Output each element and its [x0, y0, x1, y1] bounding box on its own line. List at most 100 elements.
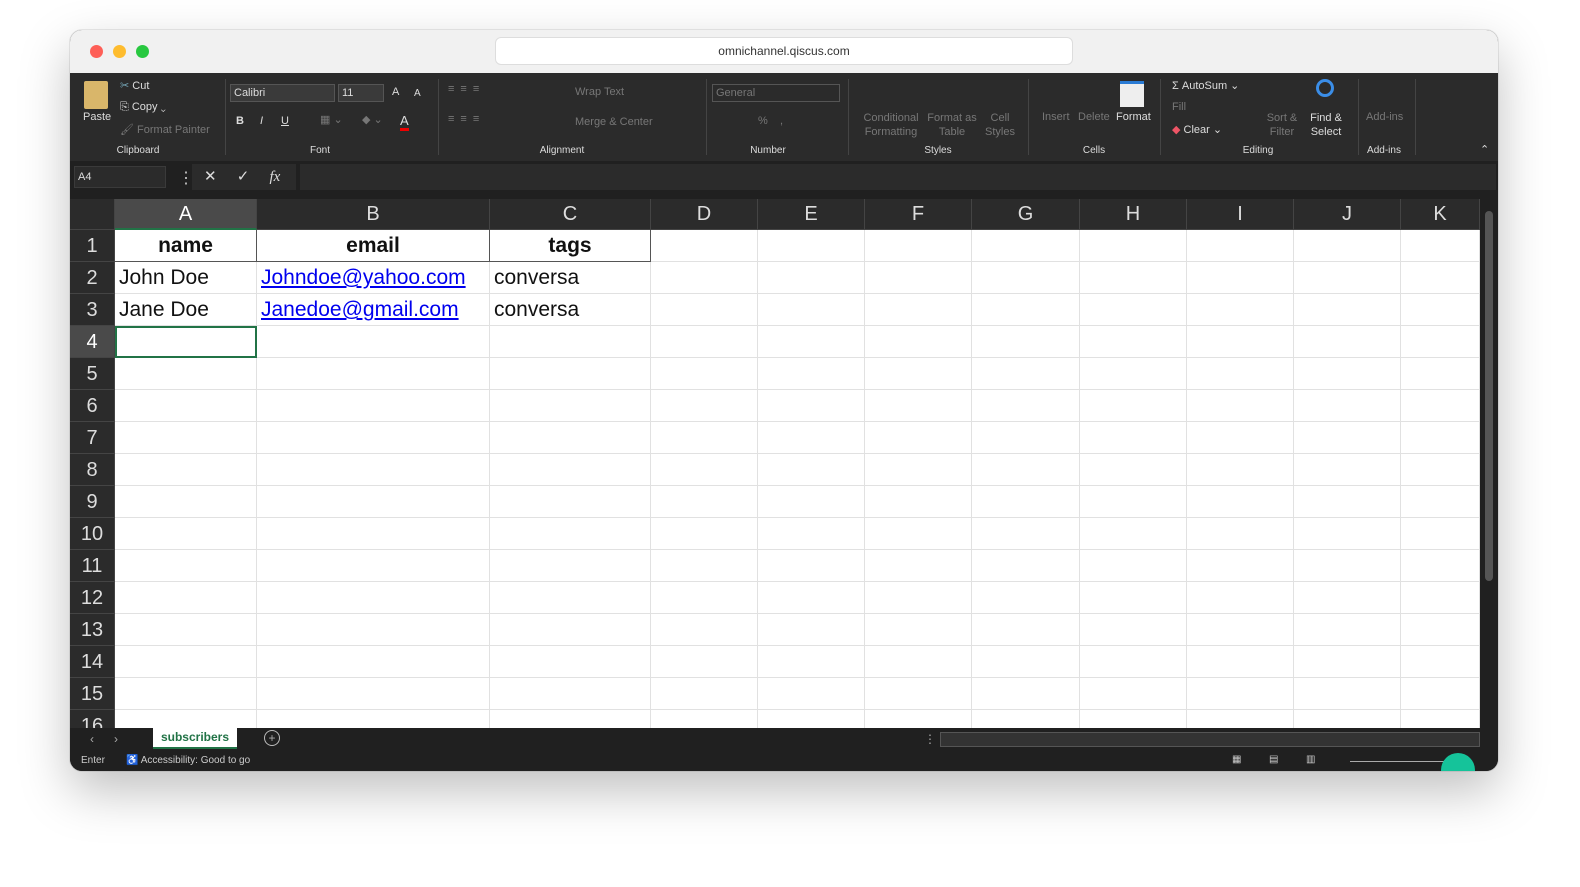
delete-button[interactable]: Delete: [1078, 111, 1110, 123]
insert-button[interactable]: Insert: [1042, 111, 1070, 123]
enter-icon[interactable]: ✓: [237, 168, 250, 185]
cell-H7[interactable]: [1080, 422, 1187, 454]
cell-K10[interactable]: [1401, 518, 1480, 550]
cell-K8[interactable]: [1401, 454, 1480, 486]
cell-K5[interactable]: [1401, 358, 1480, 390]
cell-J7[interactable]: [1294, 422, 1401, 454]
fill-color-icon[interactable]: ◆ ⌄: [362, 113, 383, 126]
cell-E7[interactable]: [758, 422, 865, 454]
cell-J5[interactable]: [1294, 358, 1401, 390]
cell-C4[interactable]: [490, 326, 651, 358]
cell-E5[interactable]: [758, 358, 865, 390]
cell-C10[interactable]: [490, 518, 651, 550]
collapse-ribbon-icon[interactable]: ⌃: [1480, 143, 1489, 156]
select-all-button[interactable]: [70, 199, 115, 230]
cell-F4[interactable]: [865, 326, 972, 358]
cell-B10[interactable]: [257, 518, 490, 550]
formula-input[interactable]: [300, 164, 1496, 190]
cell-J11[interactable]: [1294, 550, 1401, 582]
cell-B7[interactable]: [257, 422, 490, 454]
horizontal-scrollbar[interactable]: [940, 732, 1480, 747]
cell-E10[interactable]: [758, 518, 865, 550]
cell-I7[interactable]: [1187, 422, 1294, 454]
cell-J6[interactable]: [1294, 390, 1401, 422]
normal-view-icon[interactable]: ▦: [1232, 754, 1241, 765]
cell-A1[interactable]: name: [115, 230, 257, 262]
bold-button[interactable]: B: [236, 115, 244, 127]
cell-F8[interactable]: [865, 454, 972, 486]
cell-J9[interactable]: [1294, 486, 1401, 518]
cell-G1[interactable]: [972, 230, 1080, 262]
cell-A4[interactable]: [115, 326, 257, 358]
cell-J16[interactable]: [1294, 710, 1401, 728]
format-painter-button[interactable]: 🖌 Format Painter: [120, 123, 210, 136]
next-sheet-icon[interactable]: ›: [114, 732, 118, 746]
percent-button[interactable]: %: [758, 115, 768, 127]
find-select-button[interactable]: Find & Select: [1306, 111, 1346, 139]
cell-K1[interactable]: [1401, 230, 1480, 262]
cell-C15[interactable]: [490, 678, 651, 710]
cell-C11[interactable]: [490, 550, 651, 582]
merge-center-button[interactable]: Merge & Center: [575, 116, 653, 128]
cell-A2[interactable]: John Doe: [115, 262, 257, 294]
paste-button[interactable]: Paste: [83, 111, 111, 123]
cell-I1[interactable]: [1187, 230, 1294, 262]
row-header-7[interactable]: 7: [70, 422, 115, 454]
font-name-select[interactable]: Calibri: [230, 84, 335, 102]
cell-B5[interactable]: [257, 358, 490, 390]
cell-I14[interactable]: [1187, 646, 1294, 678]
comma-button[interactable]: ,: [780, 115, 783, 127]
cell-K15[interactable]: [1401, 678, 1480, 710]
cell-B4[interactable]: [257, 326, 490, 358]
sheet-tab-subscribers[interactable]: subscribers: [153, 728, 237, 749]
vertical-scrollbar[interactable]: [1480, 199, 1498, 728]
add-sheet-icon[interactable]: +: [264, 730, 280, 746]
cell-G14[interactable]: [972, 646, 1080, 678]
cell-F14[interactable]: [865, 646, 972, 678]
cell-G4[interactable]: [972, 326, 1080, 358]
cell-C8[interactable]: [490, 454, 651, 486]
cell-F3[interactable]: [865, 294, 972, 326]
cell-F10[interactable]: [865, 518, 972, 550]
cell-K6[interactable]: [1401, 390, 1480, 422]
format-as-table-button[interactable]: Format as Table: [926, 111, 978, 139]
name-box[interactable]: A4: [74, 166, 166, 188]
cell-F2[interactable]: [865, 262, 972, 294]
row-header-14[interactable]: 14: [70, 646, 115, 678]
cell-B3[interactable]: Janedoe@gmail.com: [257, 294, 490, 326]
cell-C12[interactable]: [490, 582, 651, 614]
cell-C16[interactable]: [490, 710, 651, 728]
cell-B16[interactable]: [257, 710, 490, 728]
scrollbar-thumb[interactable]: [1485, 211, 1493, 581]
cell-A9[interactable]: [115, 486, 257, 518]
cell-C9[interactable]: [490, 486, 651, 518]
cell-E6[interactable]: [758, 390, 865, 422]
cell-K3[interactable]: [1401, 294, 1480, 326]
clear-button[interactable]: ◆ Clear ⌄: [1172, 123, 1222, 136]
cell-B12[interactable]: [257, 582, 490, 614]
cell-G6[interactable]: [972, 390, 1080, 422]
cell-C1[interactable]: tags: [490, 230, 651, 262]
cell-H14[interactable]: [1080, 646, 1187, 678]
cell-D8[interactable]: [651, 454, 758, 486]
row-header-13[interactable]: 13: [70, 614, 115, 646]
cell-K11[interactable]: [1401, 550, 1480, 582]
cell-D9[interactable]: [651, 486, 758, 518]
cell-G13[interactable]: [972, 614, 1080, 646]
cell-I13[interactable]: [1187, 614, 1294, 646]
close-button[interactable]: [90, 45, 103, 58]
cell-D5[interactable]: [651, 358, 758, 390]
cell-H4[interactable]: [1080, 326, 1187, 358]
cell-E4[interactable]: [758, 326, 865, 358]
cell-A15[interactable]: [115, 678, 257, 710]
cell-H10[interactable]: [1080, 518, 1187, 550]
column-header-D[interactable]: D: [651, 199, 758, 230]
minimize-button[interactable]: [113, 45, 126, 58]
cell-E9[interactable]: [758, 486, 865, 518]
row-header-1[interactable]: 1: [70, 230, 115, 262]
cell-A13[interactable]: [115, 614, 257, 646]
cell-J8[interactable]: [1294, 454, 1401, 486]
font-size-select[interactable]: 11: [338, 84, 384, 102]
cell-F12[interactable]: [865, 582, 972, 614]
column-header-J[interactable]: J: [1294, 199, 1401, 230]
